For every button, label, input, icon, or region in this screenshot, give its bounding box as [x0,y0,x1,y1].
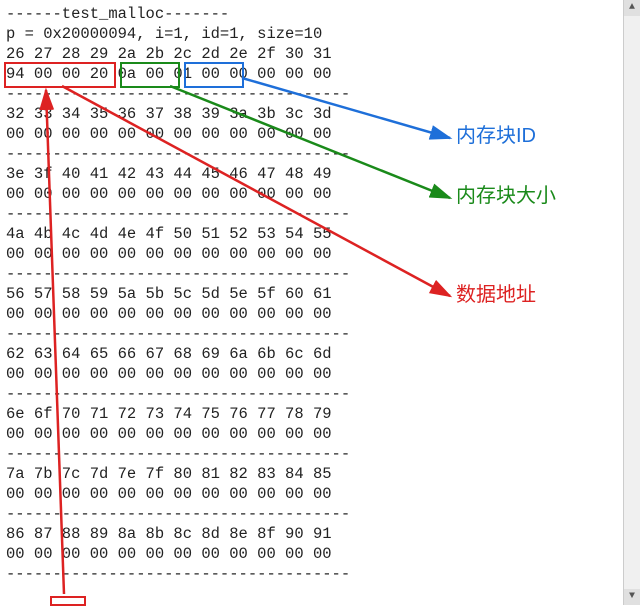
dump-offsets-row: 7a 7b 7c 7d 7e 7f 80 81 82 83 84 85 [6,464,620,484]
label-block-size: 内存块大小 [456,186,556,206]
dump-offsets-row: 4a 4b 4c 4d 4e 4f 50 51 52 53 54 55 [6,224,620,244]
dump-bytes-row: 00 00 00 00 00 00 00 00 00 00 00 00 [6,364,620,384]
dump-separator: ------------------------------------- [6,564,620,584]
scrollbar-down-icon[interactable]: ▼ [624,589,640,605]
vertical-scrollbar[interactable]: ▲ ▼ [623,0,640,605]
dump-offsets-row: 3e 3f 40 41 42 43 44 45 46 47 48 49 [6,164,620,184]
dump-separator: ------------------------------------- [6,264,620,284]
dump-separator: ------------------------------------- [6,444,620,464]
dump-bytes-row: 94 00 00 20 0a 00 01 00 00 00 00 00 [6,64,620,84]
dump-separator: ------------------------------------- [6,324,620,344]
dump-bytes-row: 00 00 00 00 00 00 00 00 00 00 00 00 [6,484,620,504]
dump-offsets-row: 6e 6f 70 71 72 73 74 75 76 77 78 79 [6,404,620,424]
dump-offsets-row: 26 27 28 29 2a 2b 2c 2d 2e 2f 30 31 [6,44,620,64]
title-line: ------test_malloc------- [6,4,620,24]
dump-bytes-row: 00 00 00 00 00 00 00 00 00 00 00 00 [6,244,620,264]
scrollbar-up-icon[interactable]: ▲ [624,0,640,16]
dump-bytes-row: 00 00 00 00 00 00 00 00 00 00 00 00 [6,304,620,324]
dump-separator: ------------------------------------- [6,204,620,224]
info-line: p = 0x20000094, i=1, id=1, size=10 [6,24,620,44]
dump-offsets-row: 86 87 88 89 8a 8b 8c 8d 8e 8f 90 91 [6,524,620,544]
dump-bytes-row: 00 00 00 00 00 00 00 00 00 00 00 00 [6,424,620,444]
dump-offsets-row: 62 63 64 65 66 67 68 69 6a 6b 6c 6d [6,344,620,364]
dump-separator: ------------------------------------- [6,384,620,404]
label-block-id: 内存块ID [456,126,536,146]
label-data-address: 数据地址 [456,285,536,305]
dump-offsets-row: 32 33 34 35 36 37 38 39 3a 3b 3c 3d [6,104,620,124]
dump-separator: ------------------------------------- [6,144,620,164]
dump-separator: ------------------------------------- [6,504,620,524]
dump-separator: ------------------------------------- [6,84,620,104]
dump-bytes-row: 00 00 00 00 00 00 00 00 00 00 00 00 [6,544,620,564]
